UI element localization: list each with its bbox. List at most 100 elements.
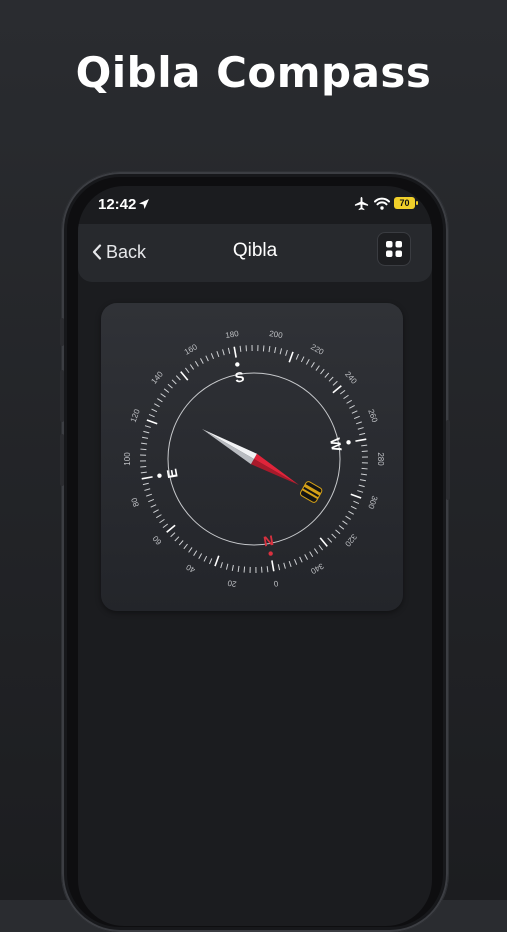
compass-tick <box>226 564 227 570</box>
needle-white-side <box>202 429 257 459</box>
compass-tick <box>141 443 147 444</box>
compass-tick <box>200 358 203 363</box>
compass-tick <box>359 485 365 486</box>
status-time: 12:42 <box>98 196 136 213</box>
compass-tick <box>278 564 279 570</box>
phone-side-button <box>60 318 64 346</box>
compass-tick <box>316 366 319 371</box>
compass-tick <box>145 426 151 428</box>
cardinal-south: S <box>234 368 246 385</box>
compass-degree-label: 220 <box>309 342 326 357</box>
kaaba-icon <box>299 481 323 504</box>
grid-menu-button[interactable] <box>377 232 411 266</box>
compass-tick <box>217 351 219 357</box>
compass-tick <box>263 345 264 351</box>
compass-tick <box>164 389 169 393</box>
compass-tick <box>228 348 229 354</box>
phone-screen: 12:42 70 Back Qibla <box>78 186 432 926</box>
compass-tick <box>333 381 337 385</box>
compass-tick <box>289 561 291 567</box>
compass-tick <box>305 554 308 559</box>
compass-degree-label: 40 <box>184 562 197 575</box>
compass-degree-label: 300 <box>366 494 379 510</box>
compass-tick <box>156 515 161 518</box>
compass-tick <box>148 499 154 501</box>
cardinal-west: W <box>327 437 345 454</box>
compass-degree-label: 20 <box>226 578 237 589</box>
compass-tick <box>310 552 313 557</box>
compass-tick <box>176 376 180 380</box>
compass-degree-label: 320 <box>343 532 359 548</box>
compass-degree-label: 240 <box>343 370 359 386</box>
compass-tick <box>190 364 193 369</box>
compass-tick <box>361 474 367 475</box>
cardinal-dot <box>157 473 161 477</box>
compass-tick <box>320 369 324 374</box>
compass-degree-label: 140 <box>149 369 165 385</box>
compass-tick <box>221 562 223 568</box>
cardinal-dot <box>235 362 239 366</box>
cardinal-east: E <box>163 467 180 479</box>
compass-tick <box>141 472 147 473</box>
compass-tick <box>272 560 274 571</box>
compass-tick <box>168 384 173 388</box>
compass-tick <box>267 566 268 572</box>
compass-tick <box>215 556 219 566</box>
compass-tick <box>194 551 197 556</box>
compass-tick <box>328 538 332 542</box>
compass-tick <box>357 491 363 493</box>
compass-tick <box>340 390 345 394</box>
compass-tick <box>332 534 336 538</box>
compass-tick <box>354 416 360 418</box>
compass-tick <box>344 395 349 398</box>
compass-degree-label: 180 <box>225 329 240 340</box>
compass-degree-label: 340 <box>309 561 326 576</box>
cardinal-dot <box>346 440 350 444</box>
compass-tick <box>185 368 189 373</box>
compass-tick <box>144 489 150 491</box>
compass-tick <box>351 506 356 509</box>
compass-tick <box>352 411 357 414</box>
compass-tick <box>234 347 236 358</box>
compass-tick <box>159 519 164 522</box>
qibla-needle <box>202 429 323 503</box>
compass-tick <box>147 420 157 424</box>
compass-tick <box>172 380 176 384</box>
compass-tick <box>238 566 239 572</box>
airplane-icon <box>354 196 369 211</box>
compass-degree-label: 0 <box>272 579 278 589</box>
compass-tick <box>314 549 317 554</box>
compass-tick <box>152 409 157 412</box>
compass-tick <box>336 530 341 534</box>
compass-tick <box>223 349 225 355</box>
compass-tick <box>296 354 298 360</box>
nav-bar: Back Qibla <box>78 224 432 282</box>
location-arrow-icon <box>138 198 150 210</box>
compass-tick <box>325 373 329 378</box>
compass-tick <box>184 544 188 549</box>
compass-tick <box>346 516 351 519</box>
compass-tick <box>359 433 365 434</box>
compass-tick <box>306 359 309 364</box>
compass-tick <box>163 524 168 528</box>
compass-degree-label: 160 <box>183 342 200 357</box>
compass-tick <box>339 525 344 529</box>
compass-degree-label: 280 <box>376 452 385 466</box>
compass-tick <box>181 372 188 380</box>
compass-tick <box>280 348 281 354</box>
compass-tick <box>153 510 158 513</box>
compass-tick <box>356 422 362 424</box>
compass-tick <box>294 559 296 565</box>
compass-tick <box>143 431 149 432</box>
needle-shadow-side <box>202 429 254 464</box>
compass-tick <box>358 428 364 430</box>
compass-tick <box>360 480 366 481</box>
compass-tick <box>149 414 155 416</box>
compass-degree-label: 100 <box>123 452 132 466</box>
compass-tick <box>179 541 183 546</box>
compass-degree-label: 60 <box>151 534 164 547</box>
compass-tick <box>199 553 202 558</box>
compass-tick <box>161 394 166 397</box>
compass-tick <box>143 483 149 484</box>
wifi-icon <box>374 197 390 210</box>
